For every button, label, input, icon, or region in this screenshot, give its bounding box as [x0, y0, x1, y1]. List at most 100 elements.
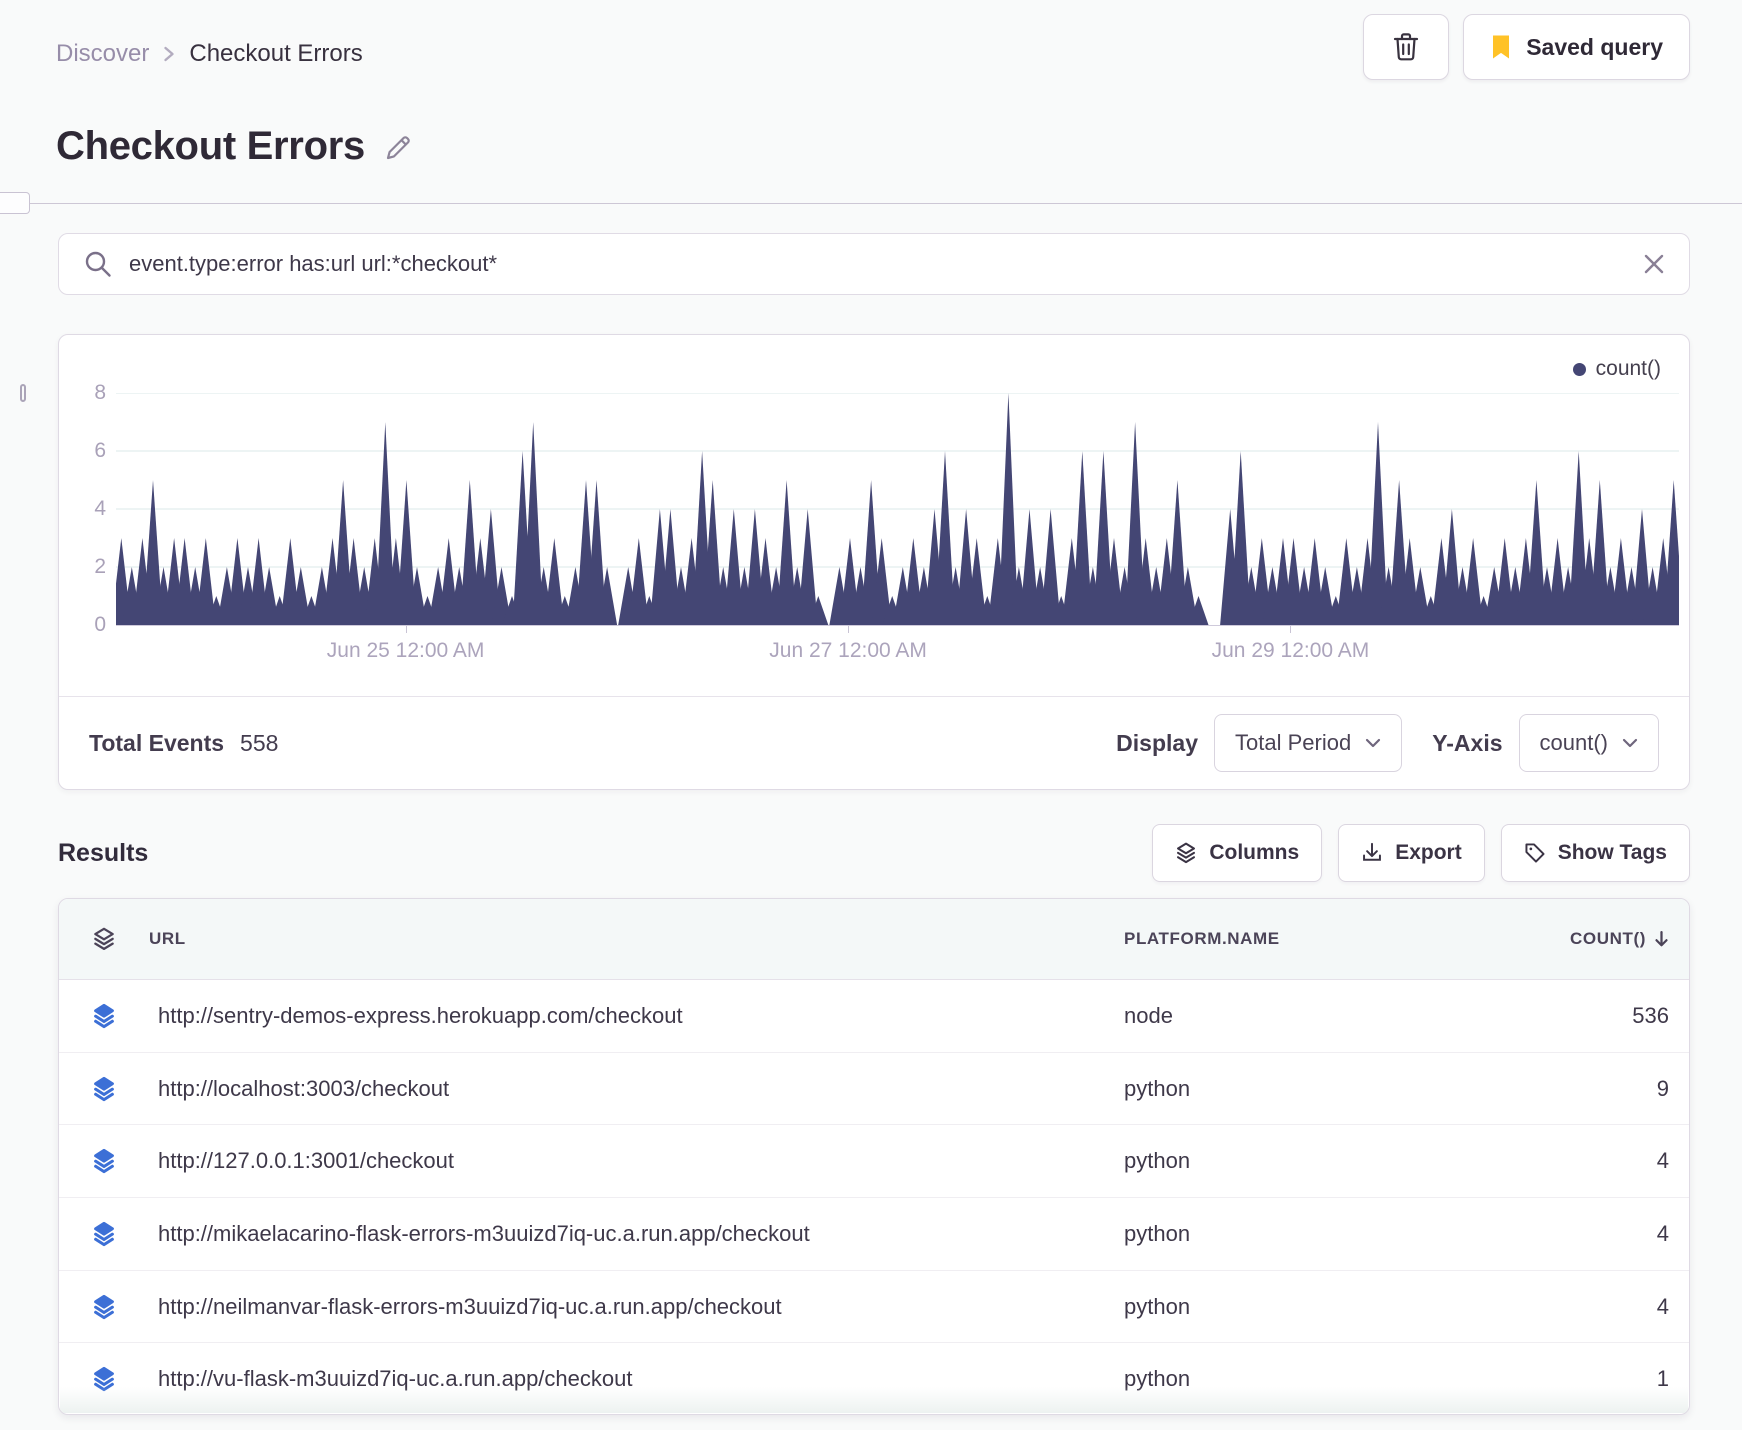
x-axis: Jun 25 12:00 AM Jun 27 12:00 AM Jun 29 12:…	[116, 626, 1679, 668]
chevron-right-icon	[163, 44, 175, 64]
y-axis: 0 2 4 6 8	[59, 381, 106, 636]
display-select[interactable]: Total Period	[1214, 714, 1403, 772]
show-tags-label: Show Tags	[1557, 841, 1667, 864]
chevron-down-icon	[1365, 738, 1381, 748]
stack-row-icon[interactable]	[59, 1221, 149, 1247]
trash-icon	[1393, 32, 1419, 62]
breadcrumb-current: Checkout Errors	[189, 40, 363, 67]
row-url[interactable]: http://sentry-demos-express.herokuapp.co…	[149, 1003, 1124, 1029]
page-title: Checkout Errors	[56, 124, 365, 168]
row-url[interactable]: http://localhost:3003/checkout	[149, 1076, 1124, 1102]
total-events: Total Events 558	[89, 730, 278, 757]
chart-canvas	[116, 393, 1679, 625]
breadcrumb-discover-link[interactable]: Discover	[56, 40, 149, 68]
sidebar-drag-handle[interactable]	[20, 384, 26, 402]
stack-row-icon[interactable]	[59, 1148, 149, 1174]
search-bar[interactable]	[58, 233, 1690, 295]
row-url[interactable]: http://127.0.0.1:3001/checkout	[149, 1148, 1124, 1174]
table-header-row: URL PLATFORM.NAME COUNT()	[59, 899, 1689, 980]
y-axis-label: 2	[94, 555, 106, 578]
tag-icon	[1524, 842, 1546, 864]
row-count: 4	[1656, 1220, 1669, 1246]
y-axis-label: 0	[94, 613, 106, 636]
columns-button[interactable]: Columns	[1152, 824, 1323, 882]
results-heading: Results	[58, 838, 149, 867]
clear-search-icon[interactable]	[1643, 253, 1665, 275]
chart-plot	[116, 393, 1679, 626]
row-platform: python	[1124, 1075, 1191, 1101]
bookmark-icon	[1490, 34, 1512, 60]
download-icon	[1361, 842, 1383, 864]
table-row[interactable]: http://sentry-demos-express.herokuapp.co…	[59, 980, 1689, 1053]
x-axis-label: Jun 25 12:00 AM	[326, 639, 485, 662]
breadcrumb: Discover Checkout Errors	[56, 40, 363, 68]
stack-header-icon[interactable]	[59, 927, 149, 951]
total-events-label: Total Events	[89, 729, 225, 756]
row-platform: python	[1124, 1148, 1191, 1174]
row-platform: node	[1124, 1002, 1173, 1028]
legend-label: count()	[1595, 357, 1661, 380]
saved-query-button[interactable]: Saved query	[1463, 14, 1690, 80]
table-row[interactable]: http://mikaelacarino-flask-errors-m3uuiz…	[59, 1198, 1689, 1271]
row-count: 9	[1656, 1075, 1669, 1101]
display-select-value: Total Period	[1235, 730, 1352, 755]
chart-legend[interactable]: count()	[1572, 357, 1661, 381]
x-axis-label: Jun 27 12:00 AM	[769, 639, 927, 662]
table-row[interactable]: http://neilmanvar-flask-errors-m3uuizd7i…	[59, 1271, 1689, 1344]
column-header-platform[interactable]: PLATFORM.NAME	[1124, 929, 1409, 949]
row-platform: python	[1124, 1220, 1191, 1246]
yaxis-select[interactable]: count()	[1518, 714, 1659, 772]
x-axis-tick	[405, 626, 407, 633]
total-events-value: 558	[240, 729, 279, 756]
yaxis-label: Y-Axis	[1432, 729, 1503, 756]
export-label: Export	[1395, 841, 1462, 864]
chart-spike	[1663, 480, 1679, 625]
stack-row-icon[interactable]	[59, 1366, 149, 1392]
chart-controls: Display Total Period Y-Axis count()	[1116, 714, 1659, 772]
columns-label: Columns	[1209, 841, 1300, 864]
display-label: Display	[1116, 729, 1198, 756]
yaxis-select-value: count()	[1539, 730, 1608, 755]
x-axis-label: Jun 29 12:00 AM	[1211, 639, 1370, 662]
stack-row-icon[interactable]	[59, 1076, 149, 1102]
discover-page: Discover Checkout Errors Saved query Che…	[0, 0, 1742, 1430]
search-input[interactable]	[129, 251, 1627, 277]
row-count: 4	[1656, 1148, 1669, 1174]
x-axis-tick	[848, 626, 850, 633]
show-tags-button[interactable]: Show Tags	[1500, 824, 1690, 882]
search-icon	[83, 249, 113, 279]
column-header-count[interactable]: COUNT()	[1409, 929, 1689, 949]
column-header-url[interactable]: URL	[149, 929, 1124, 949]
stack-row-icon[interactable]	[59, 1294, 149, 1320]
results-header-row: Results Columns Export Show Tags	[58, 823, 1690, 883]
row-url[interactable]: http://vu-flask-m3uuizd7iq-uc.a.run.app/…	[149, 1366, 1124, 1392]
chart-panel: count() 0 2 4 6 8 Jun 25 12:00 AM Jun 27 12:0…	[58, 334, 1690, 790]
header-divider	[0, 203, 1742, 204]
row-url[interactable]: http://mikaelacarino-flask-errors-m3uuiz…	[149, 1221, 1124, 1247]
count-header-label: COUNT()	[1570, 929, 1646, 948]
row-count: 536	[1632, 1002, 1669, 1028]
edit-title-icon[interactable]	[383, 131, 415, 163]
y-axis-label: 8	[94, 381, 106, 404]
x-axis-tick	[1290, 626, 1292, 633]
layers-icon	[1175, 842, 1197, 864]
row-platform: python	[1124, 1366, 1191, 1392]
table-row[interactable]: http://vu-flask-m3uuizd7iq-uc.a.run.app/…	[59, 1343, 1689, 1414]
table-row[interactable]: http://127.0.0.1:3001/checkout python 4	[59, 1125, 1689, 1199]
row-platform: python	[1124, 1293, 1191, 1319]
y-axis-label: 4	[94, 497, 106, 520]
row-url[interactable]: http://neilmanvar-flask-errors-m3uuizd7i…	[149, 1294, 1124, 1320]
delete-query-button[interactable]	[1363, 14, 1450, 80]
results-table: URL PLATFORM.NAME COUNT() http://sentry-…	[58, 898, 1690, 1415]
saved-query-label: Saved query	[1526, 33, 1663, 60]
results-actions: Columns Export Show Tags	[1152, 824, 1690, 882]
panel-collapse-tab[interactable]	[0, 192, 30, 214]
table-row[interactable]: http://localhost:3003/checkout python 9	[59, 1053, 1689, 1126]
chart-footer: Total Events 558 Display Total Period Y-…	[59, 696, 1689, 789]
row-count: 4	[1656, 1293, 1669, 1319]
legend-dot-icon	[1572, 362, 1586, 376]
row-count: 1	[1656, 1366, 1669, 1392]
export-button[interactable]: Export	[1338, 824, 1485, 882]
page-title-row: Checkout Errors	[56, 124, 415, 169]
stack-row-icon[interactable]	[59, 1003, 149, 1029]
